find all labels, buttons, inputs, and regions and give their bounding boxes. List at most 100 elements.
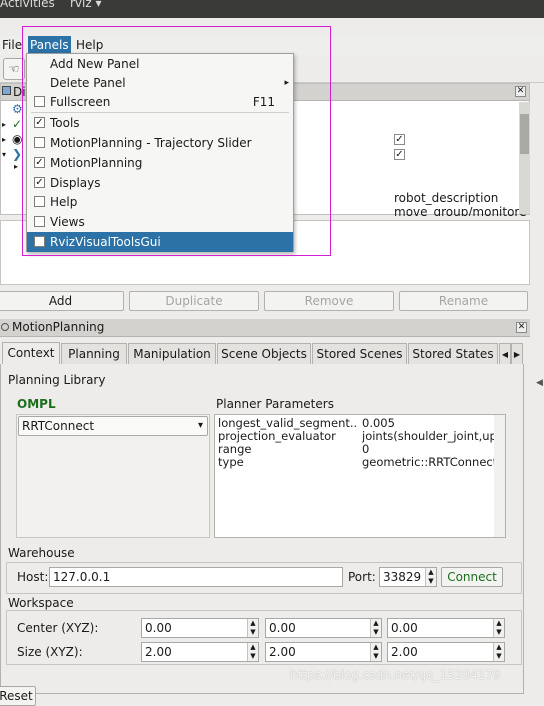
collapse-arrow-icon[interactable]: ◀ [536,378,543,388]
menu-item-label: RvizVisualToolsGui [50,235,161,249]
tab-stored-scenes[interactable]: Stored Scenes [312,343,407,365]
checkbox[interactable]: ✓ [34,117,45,128]
menu-item-fullscreen[interactable]: Fullscreen F11 [27,92,293,112]
menu-help[interactable]: Help [74,36,105,54]
app-menu-rviz[interactable]: rviz ▾ [70,0,102,10]
plugin-icon [1,323,9,331]
checkbox[interactable] [34,196,45,207]
hand-icon: ☜ [8,62,20,76]
param-value[interactable]: 0.005 [362,417,502,430]
tab-planning[interactable]: Planning [61,343,127,365]
menu-item-trajectory-slider[interactable]: MotionPlanning - Trajectory Slider [27,133,293,153]
param-key: type [218,456,244,469]
reset-button[interactable]: Reset [0,686,36,706]
checkbox[interactable]: ✓ [34,157,45,168]
expand-icon[interactable]: ▸ [2,120,6,129]
stepper-arrows-icon[interactable]: ▲ ▼ [370,643,381,661]
menu-item-label: Fullscreen [50,95,111,109]
param-value[interactable]: joints(shoulder_joint,up... [362,430,502,443]
menu-item-label: Tools [50,116,80,130]
collapse-icon[interactable]: ▾ [2,150,6,159]
motion-planning-tabs: Context Planning Manipulation Scene Obje… [0,342,530,365]
close-icon[interactable]: ✕ [516,322,527,333]
table-row[interactable]: type geometric::RRTConnect [218,456,503,469]
center-x-spinbox[interactable]: 0.00 ▲ ▼ [141,618,259,638]
checkbox[interactable] [34,216,45,227]
param-value[interactable]: geometric::RRTConnect [362,456,502,469]
rename-button[interactable]: Rename [399,291,528,311]
stepper-arrows-icon[interactable]: ▲ ▼ [425,568,436,586]
interact-tool-button[interactable]: ☜ [3,58,25,80]
planner-select[interactable]: RRTConnect ▾ [18,416,208,436]
menu-item-displays[interactable]: ✓ Displays [27,173,293,193]
shortcut-label: F11 [252,95,275,109]
stepper-arrows-icon[interactable]: ▲ ▼ [370,619,381,637]
close-icon[interactable]: ✕ [515,86,526,97]
size-x-value: 2.00 [145,645,172,659]
scrollbar-thumb[interactable] [520,114,529,154]
menu-item-add-new-panel[interactable]: Add New Panel [27,54,293,74]
expand-icon[interactable]: ▸ [14,162,18,171]
system-top-bar: Activities rviz ▾ [0,0,544,18]
menu-item-tools[interactable]: ✓ Tools [27,113,293,133]
tab-manipulation[interactable]: Manipulation [128,343,216,365]
menu-item-label: Help [50,195,78,209]
expand-icon[interactable]: ▸ [2,135,6,144]
displays-panel-title: Di [13,85,26,99]
connect-button[interactable]: Connect [441,567,503,587]
stepper-arrows-icon[interactable]: ▲ ▼ [493,619,504,637]
menu-item-help[interactable]: Help [27,192,293,212]
menu-item-delete-panel[interactable]: Delete Panel ▸ [27,73,293,93]
host-input[interactable]: 127.0.0.1 [49,567,343,587]
port-spinbox[interactable]: 33829 ▲ ▼ [379,567,437,587]
param-value[interactable]: 0 [362,443,502,456]
monitored-topic-value: move_group/monitore [394,205,527,216]
center-x-value: 0.00 [145,621,172,635]
checkbox[interactable]: ✓ [34,177,45,188]
tab-scene-objects[interactable]: Scene Objects [217,343,311,365]
menu-item-rviz-visual-tools-gui[interactable]: RvizVisualToolsGui [27,232,293,252]
menu-item-label: Displays [50,176,101,190]
center-label: Center (XYZ): [17,621,99,635]
checkbox[interactable] [34,96,45,107]
menu-file[interactable]: File [0,36,24,54]
center-y-spinbox[interactable]: 0.00 ▲ ▼ [265,618,382,638]
gear-icon: ⚙ [12,102,23,116]
table-row[interactable]: range 0 [218,443,503,456]
tab-scroll-right-icon[interactable]: ▶ [511,343,523,365]
center-y-value: 0.00 [269,621,296,635]
display-enabled-checkbox[interactable]: ✓ [394,134,405,145]
tab-context[interactable]: Context [2,342,60,365]
stepper-arrows-icon[interactable]: ▲ ▼ [247,619,258,637]
center-z-spinbox[interactable]: 0.00 ▲ ▼ [387,618,505,638]
remove-button[interactable]: Remove [264,291,394,311]
stepper-arrows-icon[interactable]: ▲ ▼ [493,643,504,661]
stepper-arrows-icon[interactable]: ▲ ▼ [247,643,258,661]
tab-stored-states[interactable]: Stored States [408,343,498,365]
scrollbar[interactable] [519,102,530,214]
add-button[interactable]: Add [0,291,124,311]
duplicate-button[interactable]: Duplicate [129,291,259,311]
size-z-spinbox[interactable]: 2.00 ▲ ▼ [387,642,505,662]
checkbox[interactable] [34,137,45,148]
planner-parameters-table: longest_valid_segment... 0.005 projectio… [214,414,506,538]
size-y-spinbox[interactable]: 2.00 ▲ ▼ [265,642,382,662]
menu-item-motion-planning[interactable]: ✓ MotionPlanning [27,153,293,173]
table-row[interactable]: longest_valid_segment... 0.005 [218,417,503,430]
table-row[interactable]: projection_evaluator joints(shoulder_joi… [218,430,503,443]
menu-panels[interactable]: Panels [28,36,71,54]
menu-item-views[interactable]: Views [27,212,293,232]
checkbox[interactable] [34,236,45,247]
tab-scroll-left-icon[interactable]: ◀ [499,343,511,365]
monitor-icon [2,86,11,95]
scrollbar[interactable] [494,415,505,537]
activities-button[interactable]: Activities [0,0,55,10]
size-y-value: 2.00 [269,645,296,659]
size-x-spinbox[interactable]: 2.00 ▲ ▼ [141,642,259,662]
robot-description-value: robot_description [394,191,499,205]
port-label: Port: [348,570,376,584]
display-enabled-checkbox[interactable]: ✓ [394,149,405,160]
param-key: projection_evaluator [218,430,336,443]
center-z-value: 0.00 [391,621,418,635]
motion-planning-title: MotionPlanning [12,320,105,334]
